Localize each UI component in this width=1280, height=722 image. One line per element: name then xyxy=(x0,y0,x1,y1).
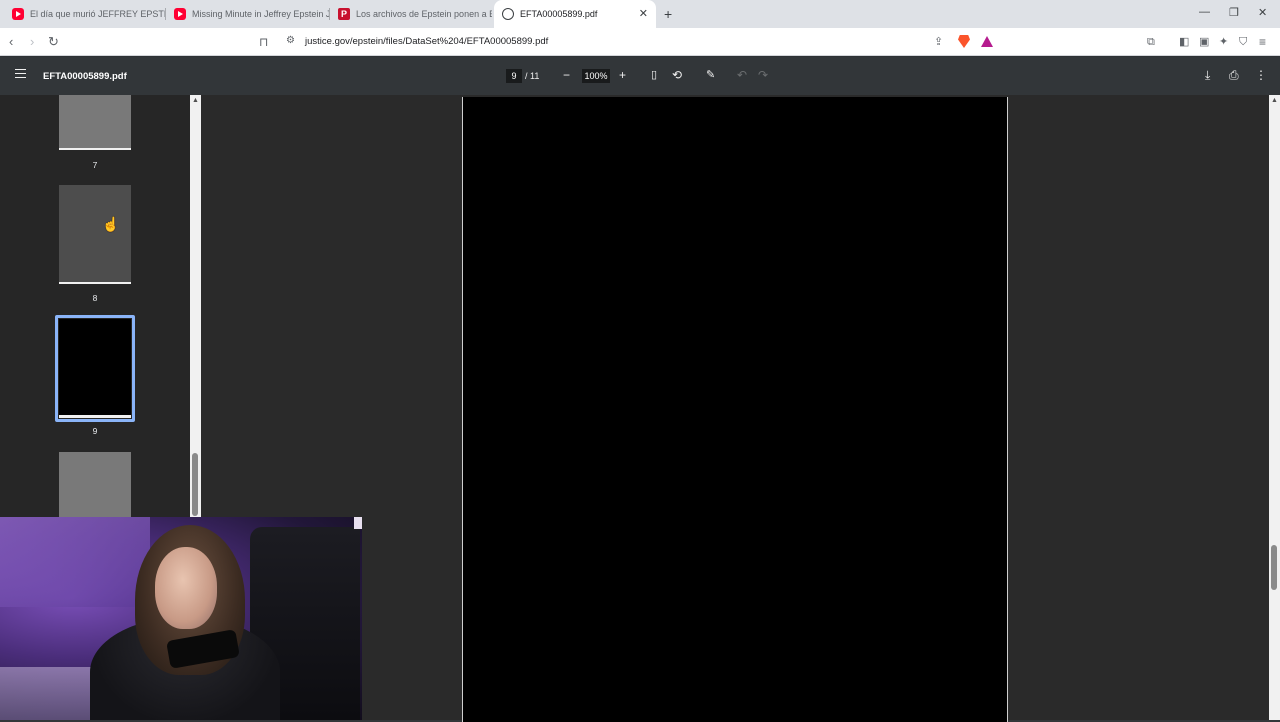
thumbnail-page-7[interactable] xyxy=(59,95,131,150)
thumbnail-edge xyxy=(59,148,131,150)
tab-pdf-active[interactable]: EFTA00005899.pdf ✕ xyxy=(494,0,656,28)
thumbnail-page-9[interactable] xyxy=(59,319,131,416)
tab-youtube-1[interactable]: El día que murió JEFFREY EPSTEIN - Y xyxy=(4,0,166,28)
news-icon xyxy=(338,8,350,20)
thumbnail-page-8[interactable] xyxy=(59,185,131,284)
extensions-icon[interactable]: ⧉ xyxy=(1147,34,1155,50)
youtube-icon xyxy=(174,8,186,20)
menu-icon[interactable]: ≡ xyxy=(1259,34,1266,50)
hand-cursor-icon: ☝ xyxy=(102,216,120,232)
browser-toolbar: ‹ › ↻ ⊓ ⚙ justice.gov/epstein/files/Data… xyxy=(0,28,1280,56)
bookmark-icon[interactable]: ⊓ xyxy=(259,34,268,50)
sidebar-scrollbar[interactable]: ▲ xyxy=(190,95,201,520)
share-icon[interactable]: ⇪ xyxy=(934,34,943,50)
forward-icon[interactable]: › xyxy=(30,34,34,50)
sidebar-toggle-icon[interactable]: ◧ xyxy=(1179,34,1189,50)
tab-strip: El día que murió JEFFREY EPSTEIN - Y Mis… xyxy=(0,0,1280,28)
zoom-input[interactable]: 100% xyxy=(582,69,610,83)
restore-icon[interactable]: ❐ xyxy=(1229,6,1239,19)
webcam-background xyxy=(0,517,150,607)
tab-youtube-2[interactable]: Missing Minute in Jeffrey Epstein Jail xyxy=(166,0,330,28)
rotate-icon[interactable]: ⟲ xyxy=(672,67,682,83)
scrollbar-thumb[interactable] xyxy=(192,453,198,516)
redo-icon[interactable]: ↷ xyxy=(758,67,768,83)
zoom-out-icon[interactable]: − xyxy=(563,67,570,83)
thumbnail-label: 7 xyxy=(92,160,98,170)
site-settings-icon[interactable]: ⚙ xyxy=(286,35,295,46)
tab-title: Missing Minute in Jeffrey Epstein Jail xyxy=(192,9,330,19)
thumbnail-page-10[interactable] xyxy=(59,452,131,522)
download-icon[interactable]: ⤓ xyxy=(1205,67,1210,83)
webcam-overlay xyxy=(0,517,362,720)
thumbnail-label: 9 xyxy=(92,426,98,436)
globe-icon xyxy=(502,8,514,20)
hamburger-menu-icon[interactable] xyxy=(15,69,26,78)
new-tab-button[interactable]: + xyxy=(664,6,672,22)
pdf-filename: EFTA00005899.pdf xyxy=(43,71,127,82)
document-scrollbar[interactable]: ▲ xyxy=(1269,95,1280,720)
pdf-toolbar: EFTA00005899.pdf 9 / 11 − 100% + ▯ ⟲ ✎ ↶… xyxy=(0,57,1280,95)
close-window-icon[interactable]: ✕ xyxy=(1258,6,1267,19)
youtube-icon xyxy=(12,8,24,20)
scroll-up-icon[interactable]: ▲ xyxy=(192,97,199,104)
minimize-icon[interactable]: — xyxy=(1199,6,1210,18)
address-field[interactable]: justice.gov/epstein/files/DataSet%204/EF… xyxy=(305,36,548,47)
webcam-person-face xyxy=(155,547,217,629)
wallet-icon[interactable]: ▣ xyxy=(1199,34,1209,50)
webcam-badge xyxy=(354,517,362,529)
reload-icon[interactable]: ↻ xyxy=(48,34,59,50)
tab-title: EFTA00005899.pdf xyxy=(520,9,598,19)
thumbnail-edge xyxy=(59,282,131,284)
tab-title: El día que murió JEFFREY EPSTEIN - Y xyxy=(30,9,166,19)
pdf-page xyxy=(462,97,1008,722)
page-number-input[interactable]: 9 xyxy=(506,69,522,83)
vpn-icon[interactable]: ⛉ xyxy=(1239,34,1247,50)
back-icon[interactable]: ‹ xyxy=(9,34,13,50)
brave-rewards-icon[interactable] xyxy=(981,36,993,47)
print-icon[interactable]: ⎙ xyxy=(1229,67,1239,83)
brave-shields-icon[interactable] xyxy=(958,35,970,48)
thumbnail-edge xyxy=(59,415,131,418)
zoom-in-icon[interactable]: + xyxy=(619,67,626,83)
leo-ai-icon[interactable]: ✦ xyxy=(1219,34,1228,50)
fit-page-icon[interactable]: ▯ xyxy=(651,67,657,83)
scrollbar-thumb[interactable] xyxy=(1271,545,1277,590)
more-options-icon[interactable]: ⋮ xyxy=(1255,67,1267,83)
tab-title: Los archivos de Epstein ponen a Bill C xyxy=(356,9,492,19)
tab-news[interactable]: Los archivos de Epstein ponen a Bill C xyxy=(330,0,492,28)
undo-icon[interactable]: ↶ xyxy=(737,67,747,83)
thumbnail-label: 8 xyxy=(92,293,98,303)
scroll-up-icon[interactable]: ▲ xyxy=(1271,97,1278,104)
close-tab-icon[interactable]: ✕ xyxy=(639,7,648,20)
page-total: / 11 xyxy=(525,71,540,81)
annotate-icon[interactable]: ✎ xyxy=(706,67,715,83)
